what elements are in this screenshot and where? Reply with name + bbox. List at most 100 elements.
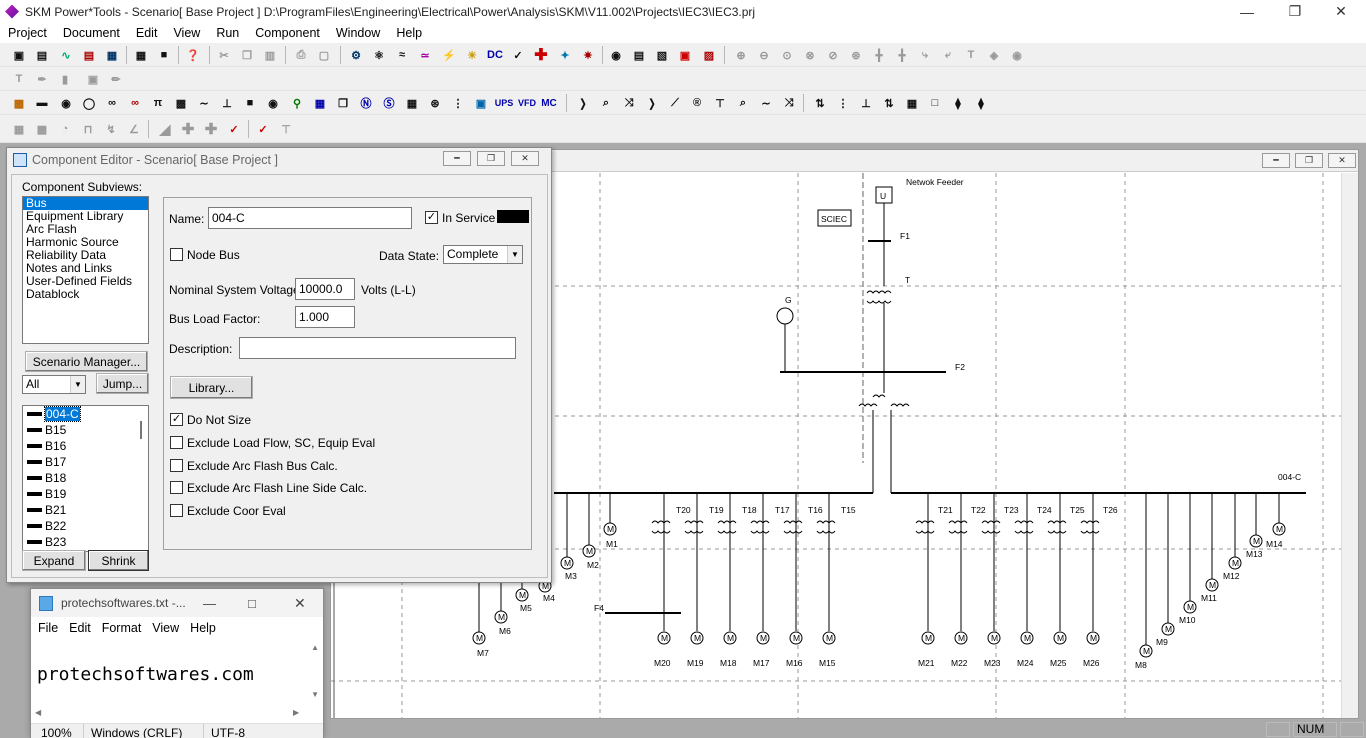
load-icon[interactable]: ⧫ [972, 94, 990, 112]
zoom-in-icon[interactable]: ⊕ [732, 46, 750, 64]
paste-icon[interactable]: ▥ [261, 46, 279, 64]
relay-r-icon[interactable]: ® [688, 94, 706, 112]
bus-list-item[interactable]: B15 [23, 422, 148, 438]
text-format-icon[interactable]: T [10, 70, 28, 88]
exclude-load-flow-checkbox[interactable] [170, 436, 183, 449]
t-bar-icon[interactable]: ⊤ [277, 120, 295, 138]
oneline-icon[interactable]: ▣ [10, 46, 28, 64]
bar-icon[interactable]: ▮ [56, 70, 74, 88]
checkmark-red-2-icon[interactable]: ✓ [254, 120, 272, 138]
transformer-symbol[interactable] [783, 520, 803, 534]
lightning-icon[interactable]: ↯ [102, 120, 120, 138]
chart-icon[interactable]: ∠ [125, 120, 143, 138]
short-circuit-icon[interactable]: ⚛ [370, 46, 388, 64]
pen-icon[interactable]: ✒ [33, 70, 51, 88]
generator-g[interactable] [776, 307, 794, 325]
scroll-left-icon[interactable]: ◀ [35, 708, 41, 717]
cut-icon[interactable]: ✂ [215, 46, 233, 64]
load-flow-icon[interactable]: ⚙ [347, 46, 365, 64]
panel-icon[interactable]: ▧ [653, 46, 671, 64]
copy-icon[interactable]: ❐ [238, 46, 256, 64]
subviews-list[interactable]: Bus Equipment Library Arc Flash Harmonic… [22, 196, 149, 344]
grid-icon[interactable]: ▦ [132, 46, 150, 64]
transformer-symbol[interactable] [816, 520, 836, 534]
library-button[interactable]: Library... [170, 376, 253, 399]
menu-component[interactable]: Component [247, 26, 328, 40]
report-icon[interactable]: ▤ [80, 46, 98, 64]
switch-icon[interactable]: ⊥ [218, 94, 236, 112]
transformer-symbol[interactable] [651, 520, 671, 534]
pi-section-icon[interactable]: π [149, 94, 167, 112]
restore-icon[interactable]: ❐ [1272, 0, 1318, 23]
reactor-icon[interactable]: ⇅ [880, 94, 898, 112]
notepad-text-area[interactable]: protechsoftwares.com [37, 664, 254, 685]
transformer-symbol[interactable] [915, 520, 935, 534]
protective-device-5-icon[interactable]: ⟋ [666, 94, 684, 112]
rotate-icon[interactable]: ◈ [985, 46, 1003, 64]
notepad-menu-file[interactable]: File [31, 621, 58, 635]
notepad-menu-view[interactable]: View [145, 621, 179, 635]
name-field[interactable]: 004-C [208, 207, 412, 229]
ground-icon[interactable]: ⚲ [288, 94, 306, 112]
check-icon[interactable]: ✓ [509, 46, 527, 64]
arc-flash-icon[interactable]: ✷ [579, 46, 597, 64]
do-not-size-checkbox[interactable]: ✓ [170, 413, 183, 426]
bus-list[interactable]: 004-C B15 B16 B17 B18 B19 B21 B22 B23 [22, 405, 149, 552]
surge-icon[interactable]: ⧫ [949, 94, 967, 112]
cable-icon[interactable]: ∼ [195, 94, 213, 112]
notepad-close-icon[interactable]: ✕ [294, 595, 306, 612]
save-icon[interactable]: ■ [155, 46, 173, 64]
menu-run[interactable]: Run [208, 26, 247, 40]
bus-list-item[interactable]: B18 [23, 470, 148, 486]
vfd-icon[interactable]: VFD [516, 94, 538, 112]
breaker-icon[interactable]: ▩ [172, 94, 190, 112]
bus-list-item[interactable]: B19 [23, 486, 148, 502]
transient-icon[interactable]: ≃ [416, 46, 434, 64]
transformer-icon[interactable]: ∞ [103, 94, 121, 112]
pencil-icon[interactable]: ✏ [107, 70, 125, 88]
panel-component-icon[interactable]: ❐ [334, 94, 352, 112]
truck-icon[interactable]: ▣ [676, 46, 694, 64]
print-icon[interactable]: ⎙ [292, 46, 310, 64]
zoom-out-icon[interactable]: ⊖ [755, 46, 773, 64]
protective-device-2-icon[interactable]: ⌕ [597, 94, 615, 112]
protective-device-7-icon[interactable]: ⌕ [734, 94, 752, 112]
transformer-symbol[interactable] [948, 520, 968, 534]
transformer-symbol[interactable] [684, 520, 704, 534]
lightbulb-icon[interactable]: ☀ [463, 46, 481, 64]
protective-device-4-icon[interactable]: ❭ [643, 94, 661, 112]
menu-project[interactable]: Project [0, 26, 55, 40]
exclude-coor-eval-checkbox[interactable] [170, 504, 183, 517]
transformer-symbol[interactable] [1014, 520, 1034, 534]
oneline-vertical-scrollbar[interactable] [1341, 173, 1358, 718]
ce-close-icon[interactable]: ✕ [511, 151, 539, 166]
filter-icon[interactable]: ▦ [903, 94, 921, 112]
transformer-symbol[interactable] [717, 520, 737, 534]
export-icon[interactable]: ▨ [700, 46, 718, 64]
notepad-menu-help[interactable]: Help [183, 621, 216, 635]
minimize-icon[interactable]: — [1224, 0, 1270, 23]
subview-datablock[interactable]: Datablock [23, 288, 148, 301]
datasheet-icon[interactable]: ▦ [103, 46, 121, 64]
sync-motor-icon[interactable]: Ⓢ [380, 94, 398, 112]
utility-icon[interactable]: ◉ [57, 94, 75, 112]
three-winding-icon[interactable]: ∞ [126, 94, 144, 112]
coil-icon[interactable]: ⋮ [834, 94, 852, 112]
capacitor-icon[interactable]: ⊥ [857, 94, 875, 112]
clock-icon[interactable]: ◔ [56, 120, 74, 138]
exclude-arc-flash-line-checkbox[interactable] [170, 481, 183, 494]
ce-minimize-icon[interactable]: ━ [443, 151, 471, 166]
relay-icon[interactable]: ⊛ [426, 94, 444, 112]
bus-icon[interactable]: ▬ [33, 94, 51, 112]
harmonics-icon[interactable]: ≈ [393, 46, 411, 64]
zoom-window-icon[interactable]: ⊗ [801, 46, 819, 64]
transformer-t[interactable] [866, 290, 892, 304]
notepad-minimize-icon[interactable]: — [203, 596, 216, 611]
scroll-right-icon[interactable]: ▶ [293, 708, 299, 717]
bus-list-scroll-thumb[interactable] [140, 421, 142, 439]
exclude-arc-flash-bus-checkbox[interactable] [170, 459, 183, 472]
notepad-maximize-icon[interactable]: □ [248, 596, 256, 611]
chevron-down-icon[interactable]: ▼ [70, 376, 85, 393]
in-service-color-swatch[interactable] [497, 210, 529, 223]
plus-gray-icon[interactable]: ✚ [179, 120, 197, 138]
